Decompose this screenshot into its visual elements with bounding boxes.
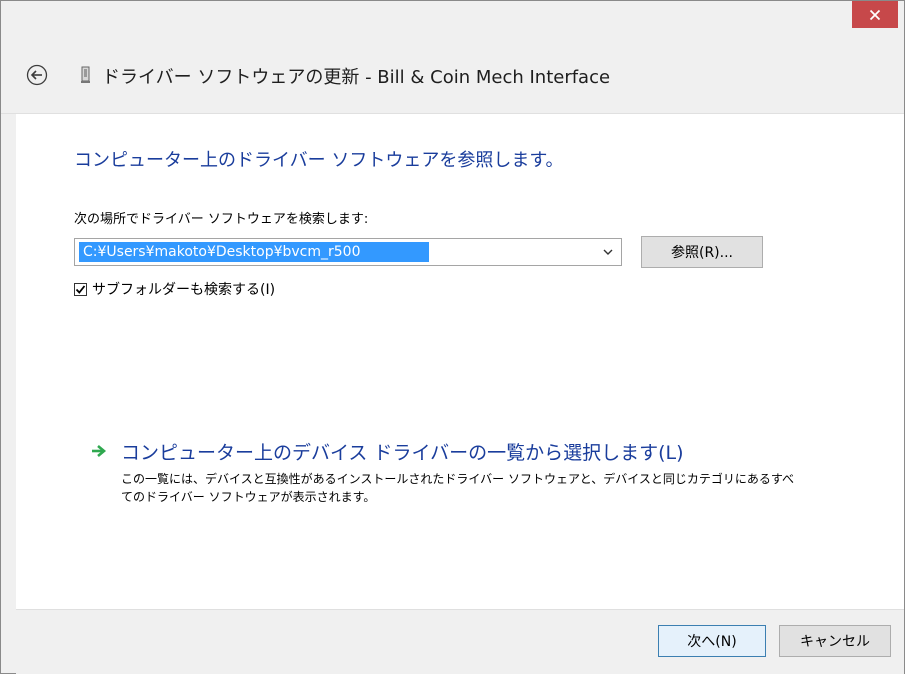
chevron-down-icon[interactable] [603,248,613,256]
pick-from-list-description: この一覧には、デバイスと互換性があるインストールされたドライバー ソフトウェアと… [121,472,795,504]
close-button[interactable] [852,1,898,28]
next-button[interactable]: 次へ(N) [658,625,766,657]
green-arrow-icon [92,445,107,457]
title-bar [1,1,904,38]
cancel-button[interactable]: キャンセル [779,625,891,657]
path-input[interactable] [79,242,429,262]
pick-from-list-title[interactable]: コンピューター上のデバイス ドライバーの一覧から選択します(L) [121,438,684,465]
dialog-header: ドライバー ソフトウェアの更新 - Bill & Coin Mech Inter… [1,38,904,114]
checkmark-icon [75,284,86,294]
content-area: コンピューター上のドライバー ソフトウェアを参照します。 次の場所でドライバー … [16,114,904,609]
driver-update-dialog: ドライバー ソフトウェアの更新 - Bill & Coin Mech Inter… [0,0,905,674]
browse-button[interactable]: 参照(R)... [641,236,763,268]
close-icon [869,9,881,20]
back-button[interactable] [26,64,48,86]
subfolder-label: サブフォルダーも検索する(I) [92,282,276,298]
dialog-footer: 次へ(N) キャンセル [16,609,904,674]
path-combobox[interactable] [74,238,622,266]
page-heading: コンピューター上のドライバー ソフトウェアを参照します。 [74,150,564,171]
search-location-label: 次の場所でドライバー ソフトウェアを検索します: [74,212,369,227]
back-arrow-circle-icon [26,64,48,86]
dialog-title: ドライバー ソフトウェアの更新 - Bill & Coin Mech Inter… [102,67,611,88]
subfolder-option[interactable]: サブフォルダーも検索する(I) [74,279,275,299]
subfolder-checkbox[interactable] [74,282,87,296]
device-icon [79,66,93,84]
